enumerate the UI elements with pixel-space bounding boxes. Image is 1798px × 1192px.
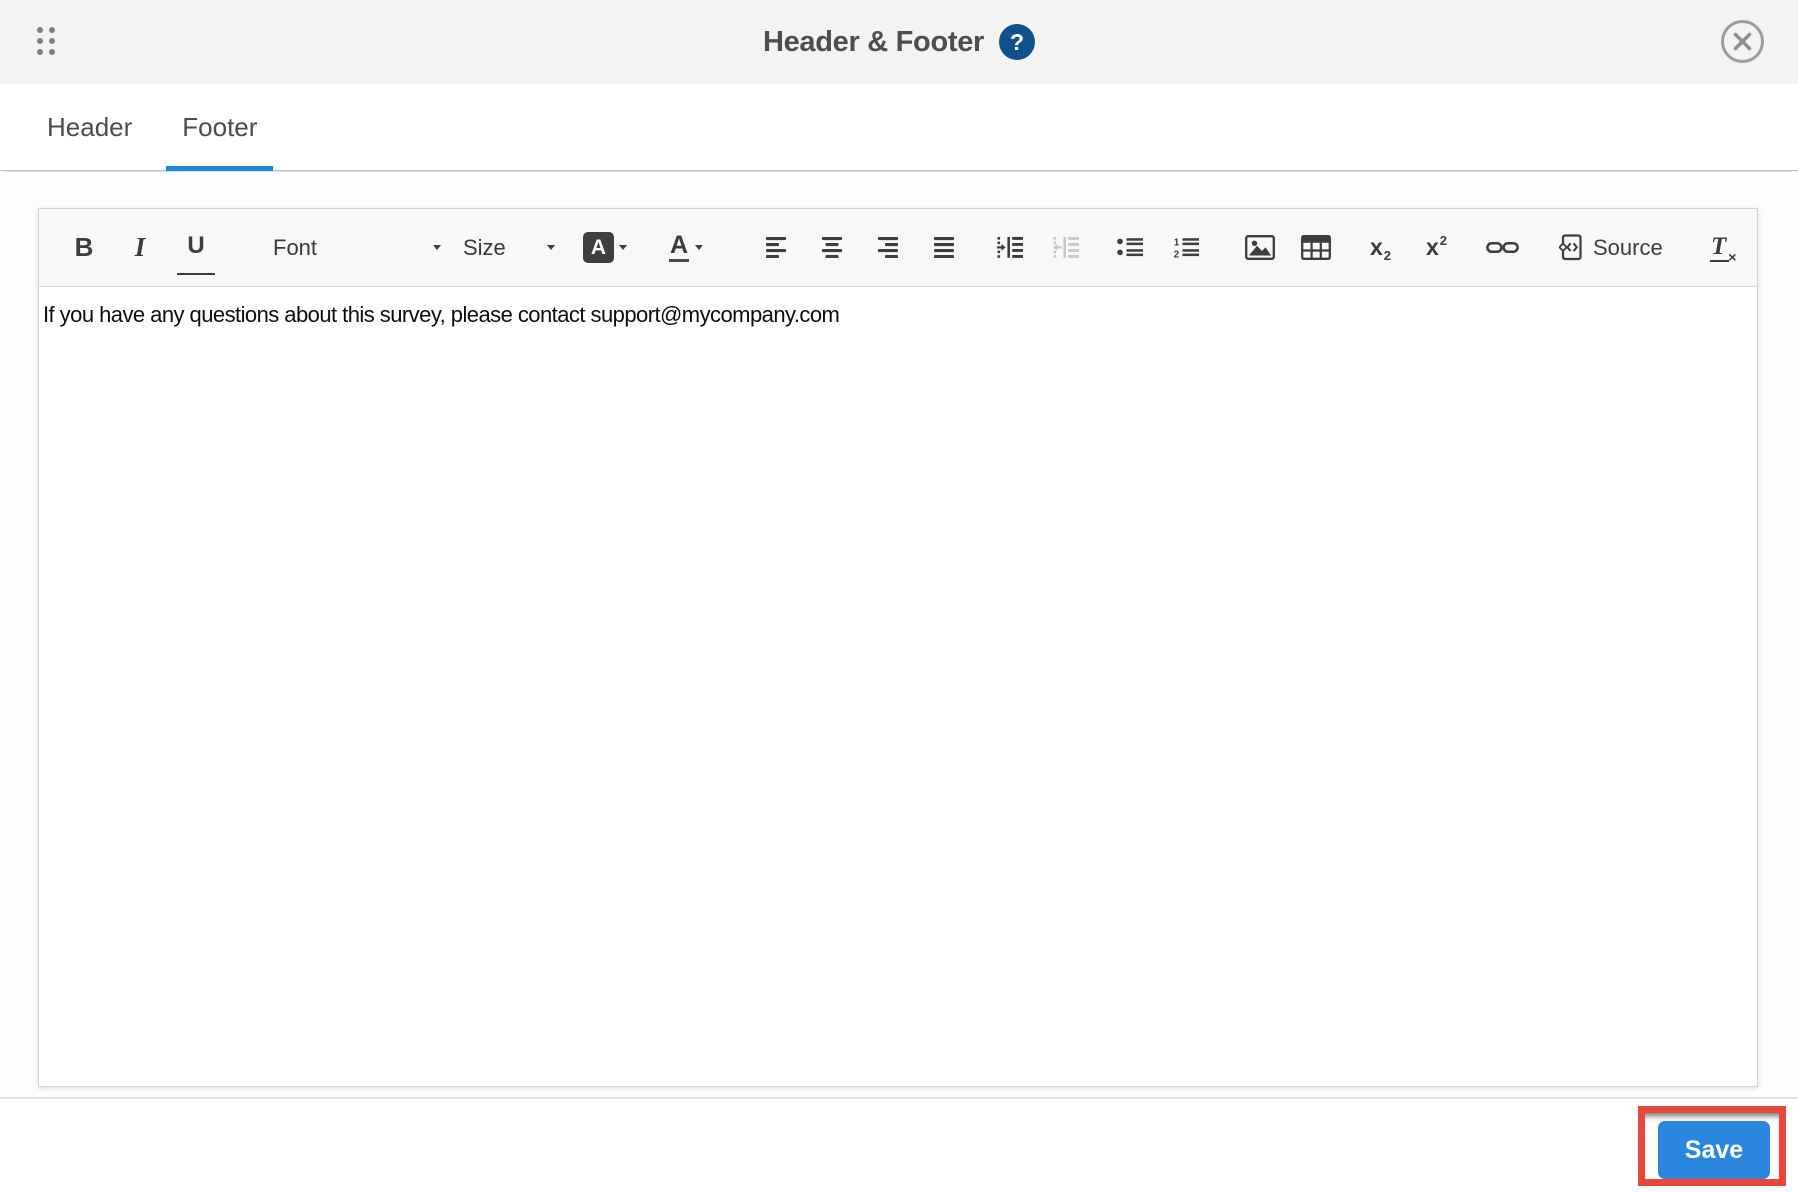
background-color-icon[interactable]: A — [581, 221, 629, 275]
indent-icon[interactable] — [991, 221, 1029, 275]
tab-header[interactable]: Header — [31, 84, 148, 170]
link-icon[interactable] — [1483, 221, 1521, 275]
chevron-down-icon — [547, 245, 555, 250]
footer-text: If you have any questions about this sur… — [43, 302, 840, 327]
size-dropdown-label: Size — [463, 234, 506, 260]
outdent-icon — [1047, 221, 1085, 275]
align-right-icon[interactable] — [871, 221, 909, 275]
svg-text:2: 2 — [1174, 249, 1180, 258]
text-color-icon[interactable]: A — [663, 221, 709, 275]
remove-format-icon[interactable]: T × — [1705, 221, 1743, 275]
save-annotation-box: Save — [1638, 1106, 1786, 1186]
save-button[interactable]: Save — [1658, 1121, 1770, 1179]
title-area: Header & Footer ? — [0, 0, 1798, 84]
tab-footer[interactable]: Footer — [166, 84, 274, 171]
size-dropdown[interactable]: Size — [463, 221, 555, 275]
bold-icon[interactable]: B — [65, 221, 103, 275]
source-icon — [1559, 234, 1582, 261]
font-dropdown[interactable]: Font — [273, 221, 441, 275]
help-icon[interactable]: ? — [999, 24, 1036, 60]
align-left-icon[interactable] — [759, 221, 797, 275]
table-icon[interactable] — [1297, 221, 1335, 275]
rich-text-editor: B I U Font Size A A 1 2 x 2 x 2 Source T… — [38, 208, 1758, 1087]
numbered-list-icon[interactable]: 1 2 — [1167, 221, 1205, 275]
chevron-down-icon — [619, 245, 627, 250]
dialog-footer — [0, 1099, 1798, 1192]
subscript-icon[interactable]: x2 — [1361, 221, 1399, 275]
image-icon[interactable] — [1241, 221, 1279, 275]
tab-bar: Header Footer — [0, 84, 1798, 171]
bulleted-list-icon[interactable] — [1111, 221, 1149, 275]
justify-icon[interactable] — [927, 221, 965, 275]
chevron-down-icon — [433, 245, 441, 250]
dialog-titlebar: Header & Footer ? — [0, 0, 1798, 84]
dialog-content: B I U Font Size A A 1 2 x 2 x 2 Source T… — [0, 172, 1798, 1097]
underline-icon[interactable]: U — [177, 221, 215, 275]
chevron-down-icon — [695, 245, 704, 250]
superscript-icon[interactable]: x2 — [1417, 221, 1455, 275]
editor-toolbar: B I U Font Size A A 1 2 x 2 x 2 Source T… — [39, 209, 1757, 287]
align-center-icon[interactable] — [815, 221, 853, 275]
italic-icon[interactable]: I — [121, 221, 159, 275]
source-button[interactable]: Source — [1559, 221, 1663, 275]
svg-text:1: 1 — [1174, 237, 1180, 248]
close-icon[interactable] — [1719, 18, 1766, 65]
dialog-title: Header & Footer — [762, 25, 985, 58]
editor-content-area[interactable]: If you have any questions about this sur… — [39, 287, 1757, 1086]
source-label: Source — [1593, 234, 1663, 260]
font-dropdown-label: Font — [273, 234, 318, 260]
